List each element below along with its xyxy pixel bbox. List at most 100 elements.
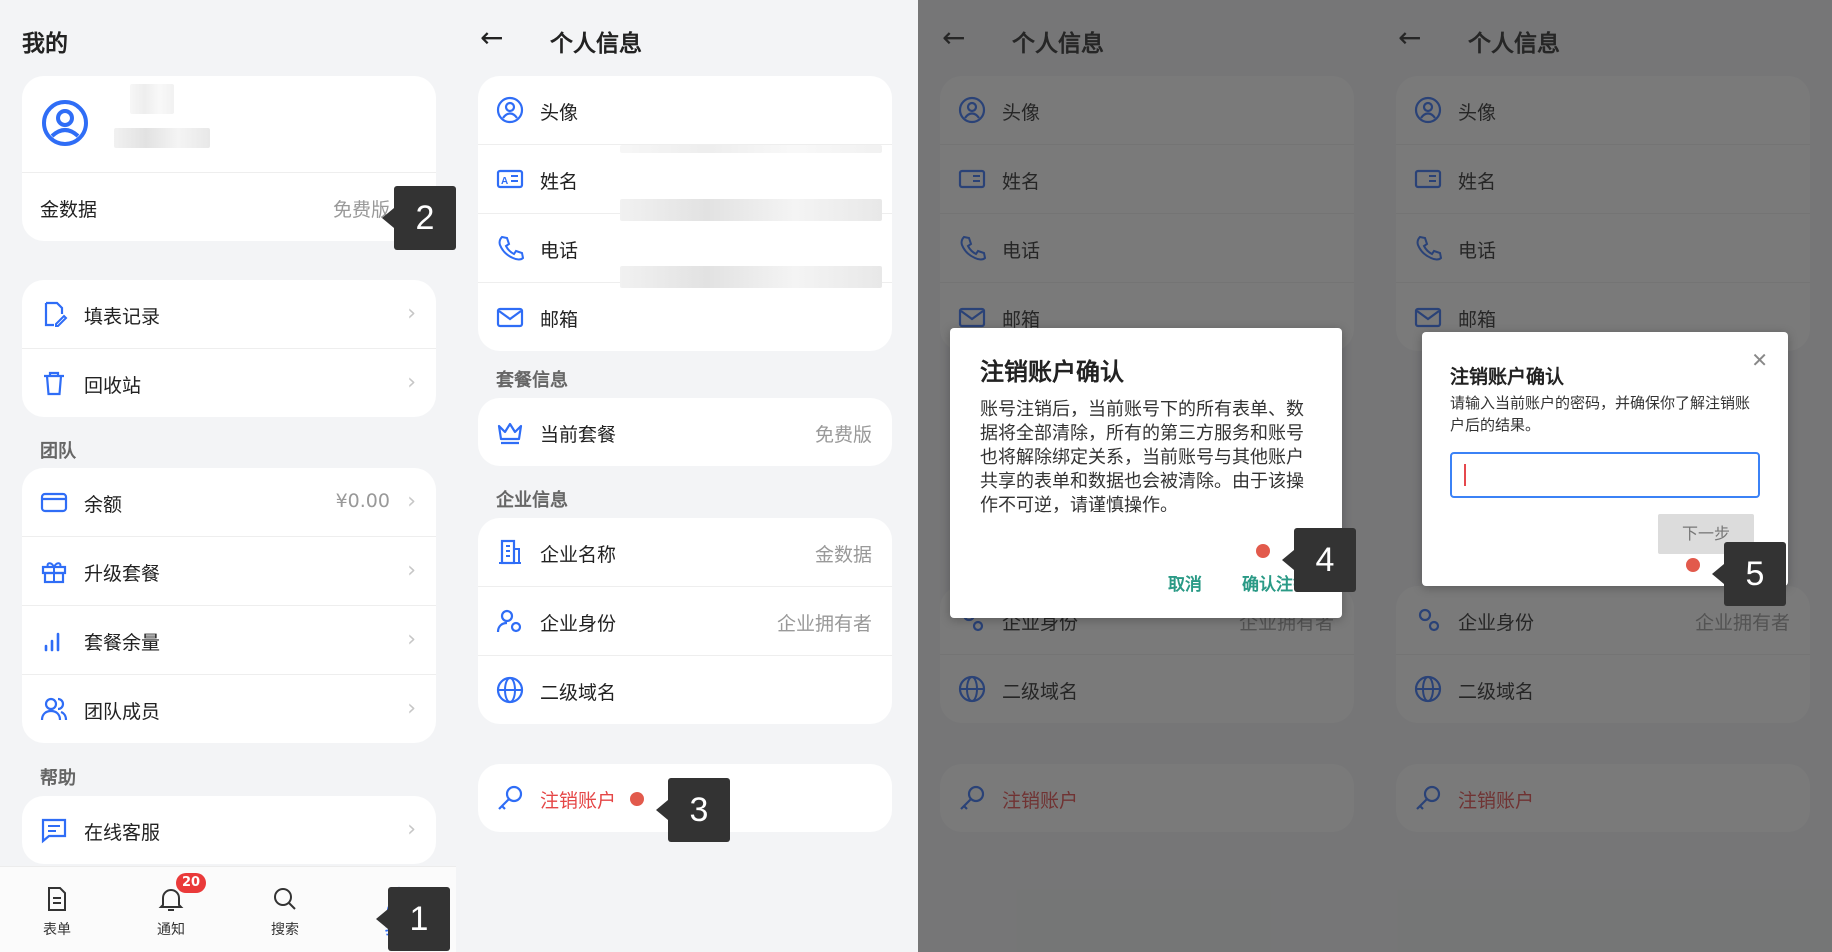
help-card: 在线客服 › bbox=[22, 796, 436, 864]
tab-notifications[interactable]: 20 通知 bbox=[126, 873, 216, 939]
info-row-label: 电话 bbox=[540, 240, 579, 262]
info-row-name[interactable]: A 姓名 bbox=[478, 145, 892, 221]
page-title: 个人信息 bbox=[550, 31, 642, 57]
plan-card: 当前套餐 免费版 bbox=[478, 398, 892, 466]
cancel-button[interactable]: 取消 bbox=[1168, 570, 1202, 595]
info-row-avatar[interactable]: 头像 bbox=[478, 76, 892, 145]
bar-chart-icon bbox=[40, 626, 68, 654]
chevron-right-icon: › bbox=[407, 558, 416, 583]
chevron-right-icon: › bbox=[407, 301, 416, 326]
crown-icon bbox=[496, 418, 524, 446]
panel-confirm-dialog: ← 个人信息 头像 姓名 电话 邮箱 企业身份企业拥有者 二级域名 注销账户 注… bbox=[918, 0, 1374, 952]
plan-row-value: 免费版 bbox=[814, 424, 872, 446]
company-section-title: 企业信息 bbox=[496, 490, 568, 511]
delete-account-label: 注销账户 bbox=[540, 790, 617, 812]
info-row-label: 邮箱 bbox=[540, 309, 579, 331]
company-row-domain[interactable]: 二级域名 bbox=[478, 656, 892, 724]
team-row-label: 套餐余量 bbox=[84, 632, 161, 654]
text-caret bbox=[1464, 464, 1466, 486]
document-icon bbox=[43, 887, 71, 917]
close-icon[interactable]: ✕ bbox=[1751, 348, 1768, 372]
chevron-right-icon: › bbox=[407, 370, 416, 395]
profile-header[interactable] bbox=[22, 76, 436, 173]
team-row-label: 余额 bbox=[84, 494, 123, 516]
tab-forms[interactable]: 表单 bbox=[12, 885, 102, 939]
dialog-title: 注销账户确认 bbox=[980, 358, 1124, 386]
phone-icon bbox=[496, 234, 524, 262]
user-gear-icon bbox=[496, 607, 524, 635]
info-row-phone[interactable]: 电话 bbox=[478, 214, 892, 288]
trash-icon bbox=[40, 369, 68, 397]
dialog-message: 请输入当前账户的密码，并确保你了解注销账户后的结果。 bbox=[1450, 394, 1751, 434]
team-row-upgrade[interactable]: 升级套餐 › bbox=[22, 537, 436, 606]
header: ← 个人信息 bbox=[456, 20, 914, 60]
annotation-label: 3 bbox=[656, 778, 730, 842]
info-row-label: 头像 bbox=[540, 102, 579, 124]
search-icon bbox=[271, 888, 299, 917]
team-row-members[interactable]: 团队成员 › bbox=[22, 675, 436, 743]
panel-my-profile: 我的 金数据 免费版 › 填表记录 › 回收站 › 团队 bbox=[0, 0, 456, 952]
annotation-marker bbox=[1256, 544, 1270, 558]
notification-badge: 20 bbox=[176, 873, 207, 893]
plan-row[interactable]: 金数据 免费版 › bbox=[22, 173, 436, 241]
company-row-value: 金数据 bbox=[814, 544, 872, 566]
tab-label: 搜索 bbox=[271, 922, 299, 938]
dialog-title: 注销账户确认 bbox=[1450, 366, 1565, 388]
wallet-icon bbox=[40, 488, 68, 516]
team-row-balance[interactable]: 余额 ¥0.00 › bbox=[22, 468, 436, 537]
company-row-role[interactable]: 企业身份 企业拥有者 bbox=[478, 587, 892, 656]
edit-form-icon bbox=[40, 300, 68, 328]
arrow-left-icon[interactable]: ← bbox=[480, 22, 503, 54]
team-row-label: 升级套餐 bbox=[84, 563, 161, 585]
help-row-label: 在线客服 bbox=[84, 822, 161, 844]
blurred-username bbox=[114, 128, 210, 148]
dialog-message: 账号注销后，当前账号下的所有表单、数据将全部清除，所有的第三方服务和账号也将解除… bbox=[980, 399, 1304, 516]
tab-label: 表单 bbox=[43, 922, 71, 938]
team-card: 余额 ¥0.00 › 升级套餐 › 套餐余量 › 团队成员 › bbox=[22, 468, 436, 743]
plan-row-label: 当前套餐 bbox=[540, 424, 617, 446]
plan-row-label: 金数据 bbox=[40, 199, 98, 221]
panel-personal-info: ← 个人信息 头像 A 姓名 电话 邮箱 套餐信息 当前套餐 免费版 企业信息 … bbox=[456, 0, 918, 952]
globe-icon bbox=[496, 676, 524, 704]
mail-icon bbox=[496, 303, 524, 331]
chevron-right-icon: › bbox=[407, 696, 416, 721]
annotation-marker bbox=[1686, 558, 1700, 572]
company-row-value: 企业拥有者 bbox=[776, 613, 872, 635]
id-card-icon: A bbox=[496, 165, 524, 193]
team-row-quota[interactable]: 套餐余量 › bbox=[22, 606, 436, 675]
chevron-right-icon: › bbox=[407, 627, 416, 652]
annotation-marker bbox=[630, 792, 644, 806]
annotation-label: 4 bbox=[1282, 528, 1356, 592]
records-row-trash[interactable]: 回收站 › bbox=[22, 349, 436, 417]
blurred-value bbox=[620, 145, 882, 153]
company-row-name[interactable]: 企业名称 金数据 bbox=[478, 518, 892, 587]
team-section-title: 团队 bbox=[40, 441, 76, 462]
password-input[interactable] bbox=[1450, 452, 1760, 498]
records-row-label: 回收站 bbox=[84, 375, 142, 397]
avatar-icon bbox=[496, 96, 524, 124]
profile-card: 金数据 免费版 › bbox=[22, 76, 436, 241]
basic-info-card: 头像 A 姓名 电话 邮箱 bbox=[478, 76, 892, 351]
message-icon bbox=[40, 816, 68, 844]
plan-row[interactable]: 当前套餐 免费版 bbox=[478, 398, 892, 466]
page-title: 我的 bbox=[22, 31, 68, 57]
tab-search[interactable]: 搜索 bbox=[240, 885, 330, 939]
chevron-right-icon: › bbox=[407, 489, 416, 514]
annotation-label: 1 bbox=[376, 887, 450, 951]
help-row-service[interactable]: 在线客服 › bbox=[22, 796, 436, 864]
users-icon bbox=[40, 695, 68, 723]
company-row-label: 企业身份 bbox=[540, 613, 617, 635]
user-circle-icon bbox=[40, 98, 90, 152]
help-section-title: 帮助 bbox=[40, 768, 76, 789]
chevron-right-icon: › bbox=[407, 817, 416, 842]
key-icon bbox=[496, 784, 524, 812]
records-row-fill[interactable]: 填表记录 › bbox=[22, 280, 436, 349]
panel-password-dialog: ← 个人信息 头像 姓名 电话 邮箱 企业身份企业拥有者 二级域名 注销账户 ✕… bbox=[1374, 0, 1832, 952]
info-row-email[interactable]: 邮箱 bbox=[478, 283, 892, 351]
confirm-dialog: 注销账户确认 账号注销后，当前账号下的所有表单、数据将全部清除，所有的第三方服务… bbox=[950, 328, 1342, 618]
records-row-label: 填表记录 bbox=[84, 306, 161, 328]
team-row-label: 团队成员 bbox=[84, 701, 161, 723]
company-card: 企业名称 金数据 企业身份 企业拥有者 二级域名 bbox=[478, 518, 892, 724]
annotation-label: 2 bbox=[382, 186, 456, 250]
company-row-label: 企业名称 bbox=[540, 544, 617, 566]
